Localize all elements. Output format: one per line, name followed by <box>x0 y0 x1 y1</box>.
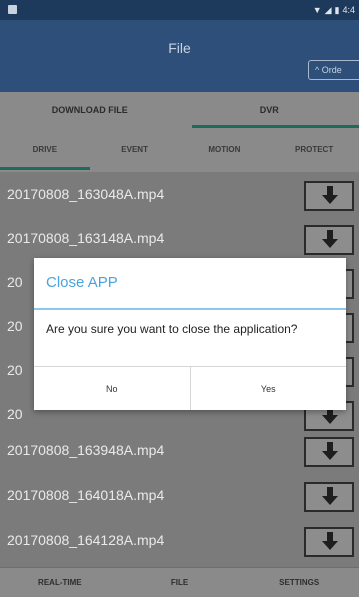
download-icon <box>322 532 338 550</box>
tab-dvr[interactable]: DVR <box>180 92 359 132</box>
download-button[interactable] <box>304 181 354 211</box>
close-app-dialog: Close APP Are you sure you want to close… <box>34 258 346 410</box>
download-icon <box>322 487 338 505</box>
tab-event[interactable]: EVENT <box>90 132 180 172</box>
download-button[interactable] <box>304 225 354 255</box>
tab-download-file[interactable]: DOWNLOAD FILE <box>0 92 180 132</box>
tab-drive[interactable]: DRIVE <box>0 132 90 172</box>
bottom-nav: REAL-TIME FILE SETTINGS <box>0 567 359 597</box>
file-name: 20 <box>7 274 23 290</box>
dialog-title: Close APP <box>46 274 118 291</box>
sub-tabs: DRIVE EVENT MOTION PROTECT <box>0 132 359 172</box>
dialog-divider <box>34 308 346 310</box>
dialog-message: Are you sure you want to close the appli… <box>46 322 298 336</box>
status-time: 4:4 <box>342 5 355 15</box>
download-button[interactable] <box>304 482 354 512</box>
nav-file[interactable]: FILE <box>120 568 240 597</box>
file-name: 20 <box>7 362 23 378</box>
file-name: 20170808_164128A.mp4 <box>7 532 165 548</box>
file-name: 20 <box>7 406 23 422</box>
tab-protect[interactable]: PROTECT <box>269 132 359 172</box>
file-name: 20 <box>7 318 23 334</box>
wifi-icon: ▼ <box>312 5 322 15</box>
file-name: 20170808_163148A.mp4 <box>7 230 165 246</box>
dialog-buttons: No Yes <box>34 366 346 410</box>
download-button[interactable] <box>304 437 354 467</box>
nav-settings[interactable]: SETTINGS <box>239 568 359 597</box>
order-button[interactable]: ^ Orde <box>308 60 359 80</box>
nav-real-time[interactable]: REAL-TIME <box>0 568 120 597</box>
file-name: 20170808_163948A.mp4 <box>7 442 165 458</box>
yes-button[interactable]: Yes <box>189 367 347 410</box>
download-button[interactable] <box>304 527 354 557</box>
notification-icon <box>8 5 17 14</box>
battery-icon: ▮ <box>334 5 340 15</box>
tab-motion[interactable]: MOTION <box>180 132 270 172</box>
top-tabs: DOWNLOAD FILE DVR <box>0 92 359 132</box>
page-title: File <box>168 40 191 56</box>
download-icon <box>322 186 338 204</box>
list-item[interactable]: 20170808_164128A.mp4 <box>0 518 359 566</box>
list-item[interactable]: 20170808_163148A.mp4 <box>0 216 359 264</box>
no-button[interactable]: No <box>34 367 190 410</box>
list-item[interactable]: 20170808_163948A.mp4 <box>0 428 359 476</box>
list-item[interactable]: 20170808_164018A.mp4 <box>0 473 359 521</box>
list-item[interactable]: 20170808_163048A.mp4 <box>0 172 359 220</box>
signal-icon: ◢ <box>324 5 332 15</box>
file-name: 20170808_164018A.mp4 <box>7 487 165 503</box>
app-header: File ^ Orde <box>0 20 359 92</box>
file-name: 20170808_163048A.mp4 <box>7 186 165 202</box>
status-bar: ▼ ◢ ▮ 4:4 <box>0 0 359 20</box>
download-icon <box>322 230 338 248</box>
status-icons: ▼ ◢ ▮ 4:4 <box>313 4 355 16</box>
download-icon <box>322 442 338 460</box>
